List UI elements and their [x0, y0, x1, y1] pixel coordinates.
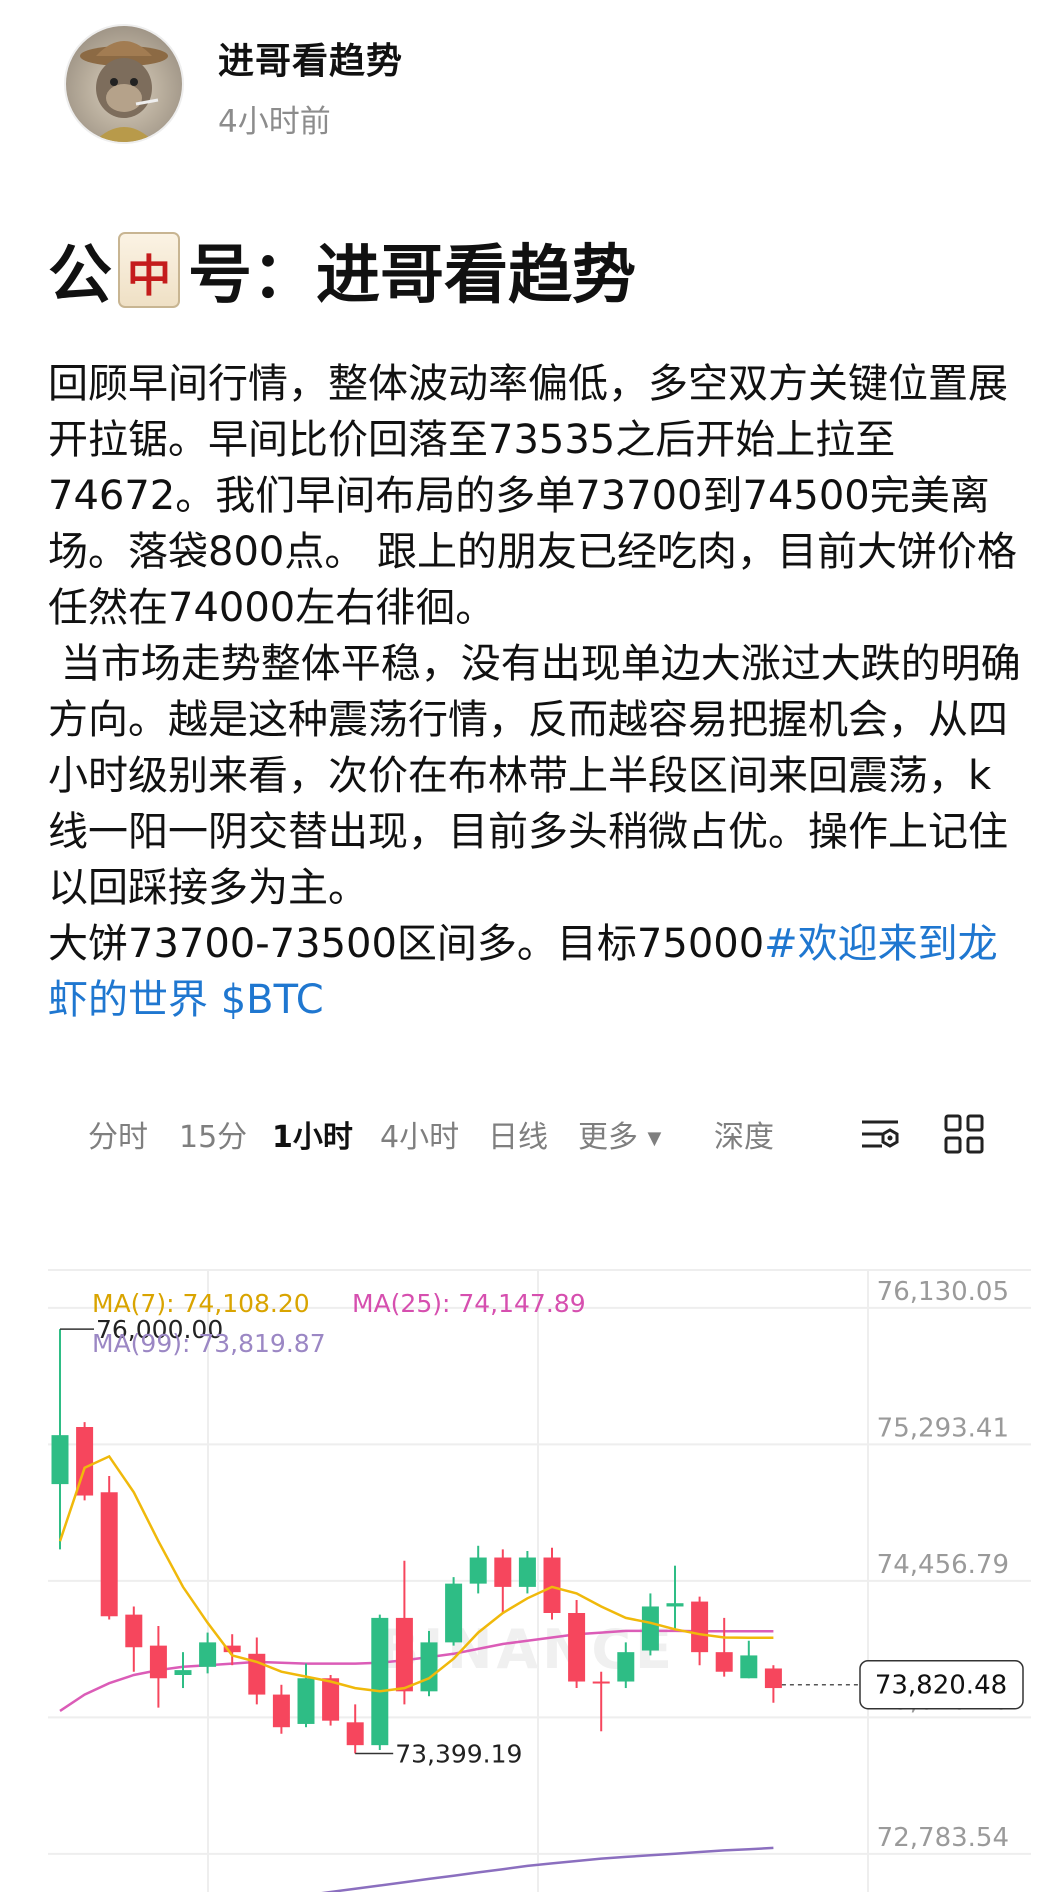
candle[interactable] — [691, 1596, 709, 1666]
candlestick-chart[interactable]: BINANCE 76,130.0575,293.4174,456.7973,62… — [48, 1182, 1031, 1892]
y-tick-label: 76,130.05 — [877, 1277, 1009, 1307]
candle-body — [100, 1492, 118, 1617]
candle[interactable] — [494, 1549, 512, 1613]
candle-body — [691, 1601, 709, 1653]
candle[interactable] — [715, 1617, 733, 1677]
y-tick-label: 74,456.79 — [877, 1550, 1009, 1580]
candle-body — [346, 1722, 364, 1746]
post-body: 回顾早间行情，整体波动率偏低，多空双方关键位置展开拉锯。早间比价回落至73535… — [48, 356, 1028, 1028]
candle-body — [617, 1652, 635, 1682]
post-paragraph-2: 当市场走势整体平稳，没有出现单边大涨过大跌的明确方向。越是这种震荡行情，反而越容… — [48, 641, 1021, 911]
candle-body — [51, 1435, 69, 1485]
title-prefix: 公 — [48, 239, 112, 313]
tab-more[interactable]: 更多 ▼ — [578, 1112, 661, 1156]
candle[interactable] — [395, 1560, 413, 1705]
chart-grid — [48, 1269, 1031, 1892]
candle[interactable] — [346, 1704, 364, 1754]
low-price-label: 73,399.19 — [395, 1739, 522, 1768]
candle-body — [297, 1678, 315, 1724]
candle[interactable] — [125, 1606, 143, 1672]
candle[interactable] — [518, 1551, 536, 1594]
candle-body — [592, 1681, 610, 1684]
candle-body — [469, 1557, 487, 1584]
candle-body — [518, 1557, 536, 1587]
candle[interactable] — [174, 1652, 192, 1689]
candle-body — [740, 1655, 758, 1679]
mahjong-tile-icon: 中 — [118, 232, 180, 308]
candle-body — [494, 1557, 512, 1587]
candle[interactable] — [371, 1614, 389, 1751]
candle-body — [125, 1614, 143, 1648]
post-title: 公 中 号：进哥看趋势 — [48, 224, 636, 316]
price-axis: 76,130.0575,293.4174,456.7973,620.1672,7… — [877, 1277, 1009, 1853]
candle[interactable] — [100, 1475, 118, 1620]
tab-depth[interactable]: 深度 — [714, 1112, 774, 1156]
post-paragraph-1: 回顾早间行情，整体波动率偏低，多空双方关键位置展开拉锯。早间比价回落至73535… — [48, 361, 1018, 631]
trade-plan-text: 大饼73700-73500区间多。目标75000 — [48, 921, 765, 967]
avatar[interactable] — [64, 24, 184, 144]
tab-15m[interactable]: 15分 — [179, 1112, 247, 1156]
candle[interactable] — [445, 1577, 463, 1646]
tab-more-label: 更多 — [578, 1120, 638, 1155]
chart-interval-tabs: 分时 15分 1小时 4小时 日线 更多 ▼ 深度 — [48, 1100, 1031, 1170]
tab-timeline[interactable]: 分时 — [88, 1112, 148, 1156]
candle[interactable] — [272, 1684, 290, 1734]
caret-down-icon: ▼ — [647, 1128, 662, 1149]
candle-body — [420, 1642, 438, 1692]
candle-body — [568, 1613, 586, 1682]
chart-panel: 分时 15分 1小时 4小时 日线 更多 ▼ 深度 BINANCE 76,130… — [48, 1100, 1031, 1892]
title-rest: 号：进哥看趋势 — [188, 239, 636, 313]
ape-avatar-illustration — [80, 41, 168, 142]
candle[interactable] — [199, 1632, 217, 1674]
candle[interactable] — [740, 1640, 758, 1679]
settings-sliders-icon[interactable] — [858, 1112, 902, 1156]
candle-body — [543, 1557, 561, 1613]
current-price-label: 73,820.48 — [875, 1671, 1007, 1701]
candle[interactable] — [297, 1663, 315, 1728]
candle[interactable] — [469, 1545, 487, 1594]
candle-body — [641, 1606, 659, 1651]
post-last-line: 大饼73700-73500区间多。目标75000#欢迎来到龙虾的世界 $BTC — [48, 916, 1028, 1028]
candle-body — [395, 1617, 413, 1692]
candle[interactable] — [149, 1626, 167, 1708]
chart-annotations: 76,000.0073,399.1973,820.48 — [60, 1315, 1024, 1768]
candle[interactable] — [223, 1634, 241, 1666]
candle-body — [715, 1652, 733, 1672]
candles-layer — [51, 1329, 782, 1754]
tab-1h[interactable]: 1小时 — [272, 1112, 353, 1156]
ma25-legend: MA(25): 74,147.89 — [352, 1289, 586, 1318]
candle[interactable] — [543, 1547, 561, 1620]
ma7-legend: MA(7): 74,108.20 — [92, 1289, 310, 1318]
candle-body — [445, 1583, 463, 1643]
candle[interactable] — [51, 1329, 69, 1550]
y-tick-label: 75,293.41 — [877, 1413, 1009, 1443]
candle-body — [149, 1645, 167, 1679]
cashtag-link[interactable]: $BTC — [221, 977, 324, 1023]
tab-4h[interactable]: 4小时 — [380, 1112, 459, 1156]
candle-body — [199, 1642, 217, 1667]
candle[interactable] — [568, 1599, 586, 1689]
candle[interactable] — [764, 1665, 782, 1703]
y-tick-label: 72,783.54 — [877, 1823, 1009, 1853]
candle-body — [666, 1603, 684, 1607]
author-name[interactable]: 进哥看趋势 — [218, 32, 403, 84]
grid-layout-icon[interactable] — [942, 1112, 986, 1156]
candle[interactable] — [248, 1637, 266, 1705]
candle-body — [272, 1694, 290, 1728]
post-time: 4小时前 — [218, 104, 331, 140]
candle-body — [322, 1678, 340, 1721]
candle-body — [764, 1668, 782, 1689]
ma99-legend: MA(99): 73,819.87 — [92, 1329, 326, 1358]
candle-body — [174, 1670, 192, 1675]
tab-daily[interactable]: 日线 — [488, 1112, 548, 1156]
post-header: 进哥看趋势 4小时前 — [64, 24, 984, 144]
candle-body — [371, 1617, 389, 1746]
